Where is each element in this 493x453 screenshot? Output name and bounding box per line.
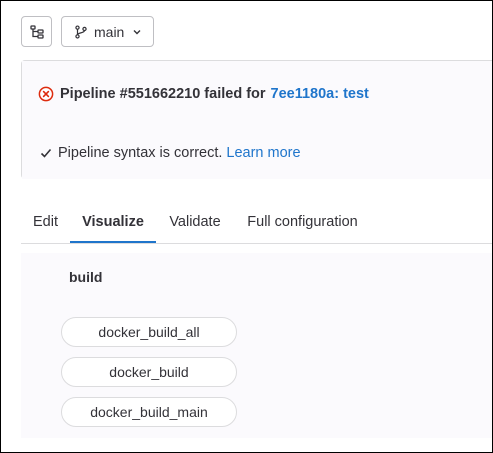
tab-full-configuration[interactable]: Full configuration xyxy=(240,200,365,243)
check-icon xyxy=(40,147,52,159)
pipeline-status-panel: Pipeline #551662210 failed for 7ee1180a:… xyxy=(21,60,492,179)
pipeline-editor: main Pipeline #551662210 failed for 7ee1… xyxy=(0,0,493,453)
branch-label: main xyxy=(94,23,125,40)
job-pill[interactable]: docker_build_main xyxy=(61,397,237,427)
tab-visualize[interactable]: Visualize xyxy=(70,200,156,243)
pipeline-status-text[interactable]: Pipeline #551662210 failed for xyxy=(60,86,266,102)
file-tree-toggle-button[interactable] xyxy=(21,16,52,47)
syntax-status-text: Pipeline syntax is correct. xyxy=(58,144,223,161)
file-tree-icon xyxy=(29,24,45,40)
job-pill[interactable]: docker_build_all xyxy=(61,317,237,347)
status-failed-icon[interactable] xyxy=(38,86,54,102)
job-pill[interactable]: docker_build xyxy=(61,357,237,387)
lint-status-row: Pipeline syntax is correct. Learn more xyxy=(22,126,492,179)
branch-switcher-button[interactable]: main xyxy=(61,16,154,47)
editor-tabs: Edit Visualize Validate Full configurati… xyxy=(21,200,492,244)
stage-title: build xyxy=(69,269,103,285)
commit-link[interactable]: 7ee1180a: test xyxy=(271,86,369,102)
pipeline-status-row: Pipeline #551662210 failed for 7ee1180a:… xyxy=(22,61,492,127)
learn-more-link[interactable]: Learn more xyxy=(226,145,300,161)
tab-validate[interactable]: Validate xyxy=(160,200,230,243)
chevron-down-icon xyxy=(131,26,143,38)
tab-edit[interactable]: Edit xyxy=(21,200,70,243)
pipeline-visualization: build docker_build_all docker_build dock… xyxy=(21,253,492,438)
branch-icon xyxy=(74,24,88,39)
